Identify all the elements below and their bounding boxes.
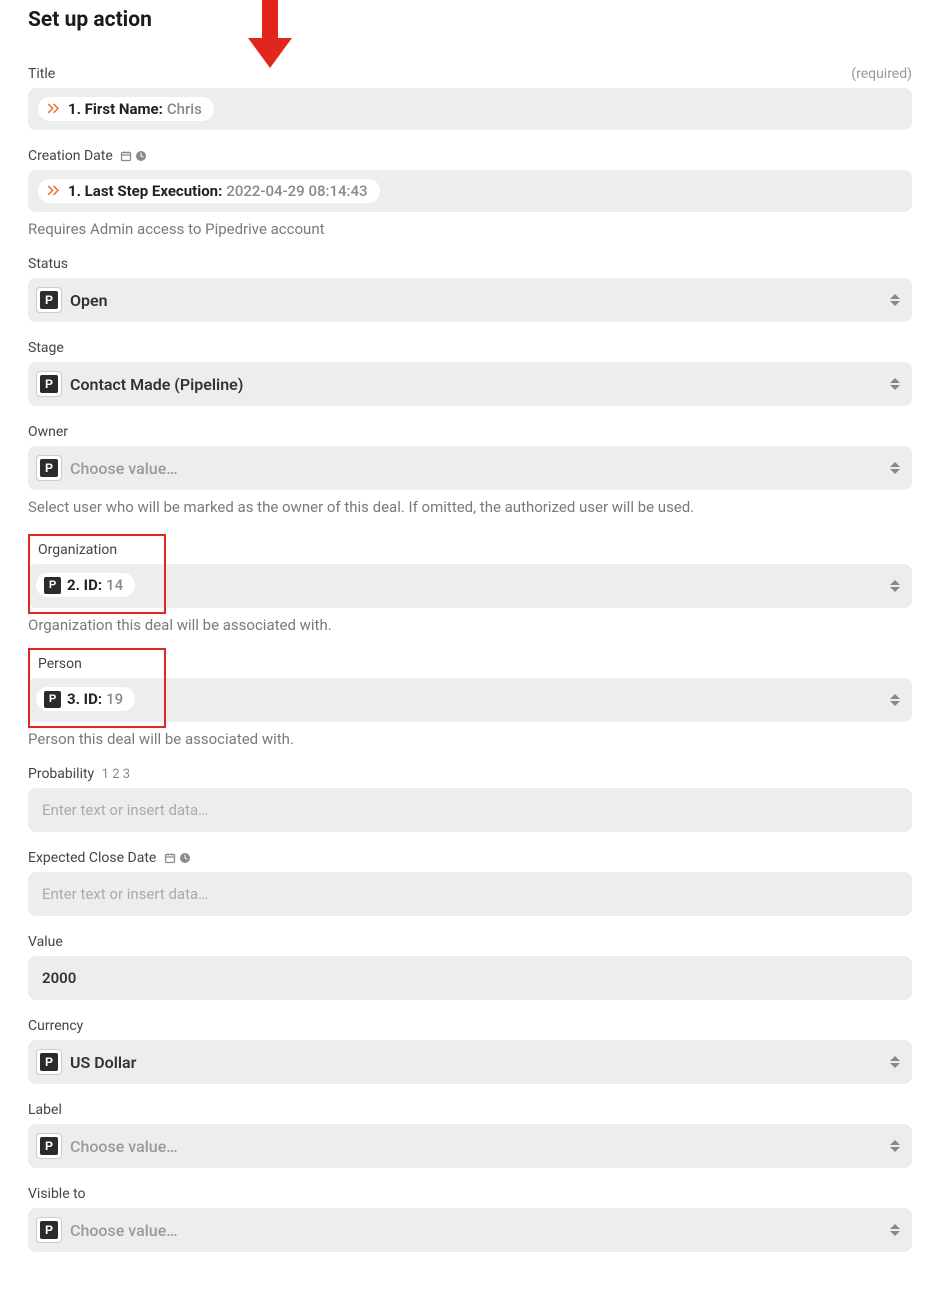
required-tag: (required) — [851, 66, 912, 82]
creation-date-input[interactable]: 1. Last Step Execution: 2022-04-29 08:14… — [28, 170, 912, 212]
creation-date-help: Requires Admin access to Pipedrive accou… — [28, 220, 912, 238]
select-chevrons-icon — [890, 378, 900, 390]
pipedrive-icon: P — [44, 691, 61, 708]
organization-pill-value: 14 — [106, 576, 123, 594]
pipedrive-icon: P — [36, 371, 62, 397]
creation-date-pill[interactable]: 1. Last Step Execution: 2022-04-29 08:14… — [38, 179, 380, 203]
select-chevrons-icon — [890, 1224, 900, 1236]
visible-to-select[interactable]: P Choose value… — [28, 1208, 912, 1252]
pipedrive-icon: P — [36, 455, 62, 481]
select-chevrons-icon — [890, 1140, 900, 1152]
currency-value: US Dollar — [70, 1053, 136, 1072]
person-help: Person this deal will be associated with… — [28, 730, 912, 748]
select-chevrons-icon — [890, 294, 900, 306]
probability-label: Probability 1 2 3 — [28, 766, 912, 782]
probability-placeholder: Enter text or insert data… — [42, 801, 208, 819]
organization-pill-label: 2. ID: — [67, 576, 102, 594]
organization-label: Organization — [36, 540, 158, 564]
currency-label: Currency — [28, 1018, 912, 1034]
owner-label: Owner — [28, 424, 912, 440]
status-select[interactable]: P Open — [28, 278, 912, 322]
visible-to-label: Visible to — [28, 1186, 912, 1202]
value-text: 2000 — [42, 969, 76, 987]
person-label: Person — [36, 654, 158, 678]
select-chevrons-icon — [890, 462, 900, 474]
person-pill-value: 19 — [106, 690, 123, 708]
value-input[interactable]: 2000 — [28, 956, 912, 1000]
probability-input[interactable]: Enter text or insert data… — [28, 788, 912, 832]
select-chevrons-icon — [890, 1056, 900, 1068]
pipedrive-icon: P — [36, 287, 62, 313]
pipedrive-icon: P — [44, 577, 61, 594]
currency-select[interactable]: P US Dollar — [28, 1040, 912, 1084]
title-pill[interactable]: 1. First Name: Chris — [38, 97, 214, 121]
title-label: Title — [28, 66, 55, 82]
title-pill-value: Chris — [167, 100, 202, 118]
creation-date-pill-value: 2022-04-29 08:14:43 — [226, 182, 367, 200]
person-highlight: Person P 3. ID: 19 — [28, 648, 166, 728]
person-pill-label: 3. ID: — [67, 690, 102, 708]
label-field-label: Label — [28, 1102, 912, 1118]
organization-pill[interactable]: P 2. ID: 14 — [36, 573, 135, 597]
calendar-icon — [120, 150, 132, 162]
status-value: Open — [70, 291, 108, 310]
expected-close-label: Expected Close Date — [28, 850, 912, 866]
visible-to-placeholder: Choose value… — [70, 1221, 178, 1240]
organization-help: Organization this deal will be associate… — [28, 616, 912, 634]
creation-date-pill-label: 1. Last Step Execution: — [68, 182, 222, 200]
expected-close-input[interactable]: Enter text or insert data… — [28, 872, 912, 916]
zap-icon — [46, 183, 62, 199]
title-input[interactable]: 1. First Name: Chris — [28, 88, 912, 130]
clock-icon — [135, 150, 147, 162]
stage-value: Contact Made (Pipeline) — [70, 375, 243, 394]
value-label: Value — [28, 934, 912, 950]
stage-select[interactable]: P Contact Made (Pipeline) — [28, 362, 912, 406]
clock-icon — [179, 852, 191, 864]
expected-close-placeholder: Enter text or insert data… — [42, 885, 208, 903]
owner-help: Select user who will be marked as the ow… — [28, 498, 912, 516]
pipedrive-icon: P — [36, 1217, 62, 1243]
stage-label: Stage — [28, 340, 912, 356]
owner-select[interactable]: P Choose value… — [28, 446, 912, 490]
title-pill-label: 1. First Name: — [68, 100, 163, 118]
status-label: Status — [28, 256, 912, 272]
zap-icon — [46, 101, 62, 117]
creation-date-label: Creation Date — [28, 148, 147, 164]
pipedrive-icon: P — [36, 1049, 62, 1075]
page-heading: Set up action — [28, 8, 912, 32]
person-pill[interactable]: P 3. ID: 19 — [36, 687, 135, 711]
organization-highlight: Organization P 2. ID: 14 — [28, 534, 166, 614]
label-placeholder: Choose value… — [70, 1137, 178, 1156]
pipedrive-icon: P — [36, 1133, 62, 1159]
calendar-icon — [164, 852, 176, 864]
label-select[interactable]: P Choose value… — [28, 1124, 912, 1168]
owner-placeholder: Choose value… — [70, 459, 178, 478]
